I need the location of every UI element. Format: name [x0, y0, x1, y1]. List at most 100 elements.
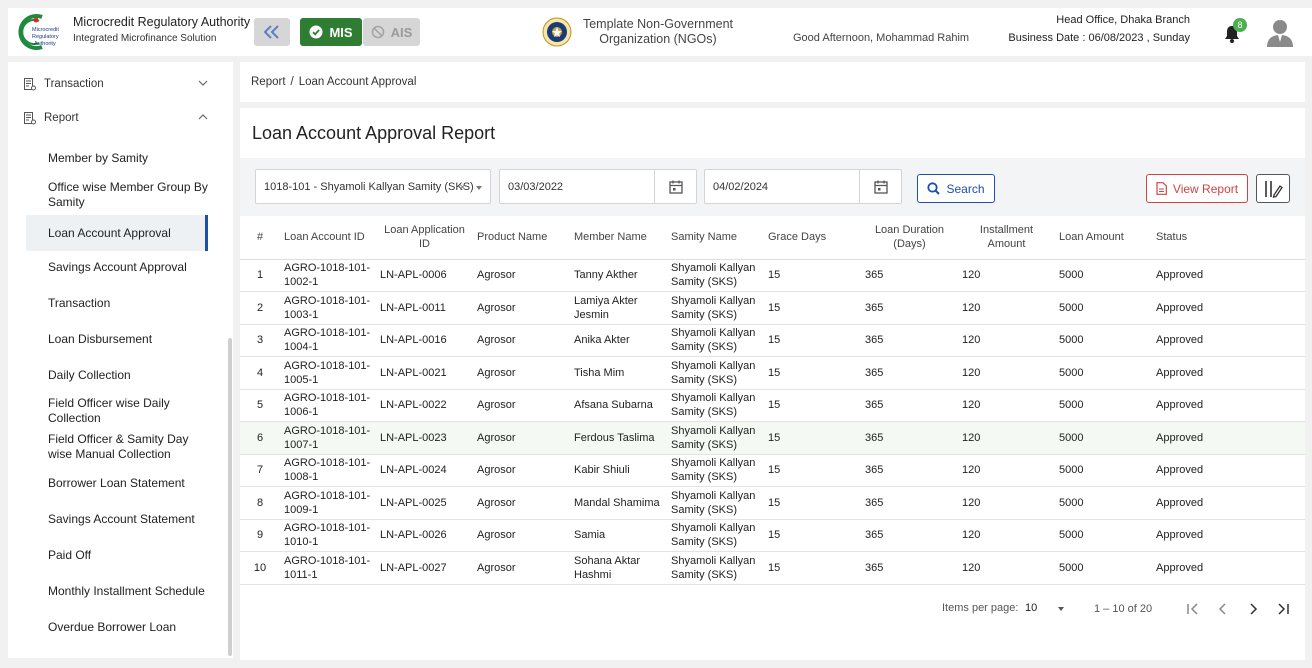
cell-loan-account-id: AGRO-1018-101-1006-1 [280, 389, 376, 422]
sidebar-item-paid-off[interactable]: Paid Off [26, 543, 208, 567]
cell-loan-amount: 5000 [1055, 389, 1152, 422]
cell-member-name: Sohana Aktar Hashmi [570, 551, 667, 585]
calendar-icon[interactable] [859, 170, 901, 203]
search-button[interactable]: Search [917, 174, 995, 203]
sidebar-collapse-button[interactable] [254, 18, 290, 46]
to-date-field[interactable]: 04/02/2024 [704, 169, 902, 204]
calendar-icon[interactable] [654, 170, 696, 203]
mis-toggle-button[interactable]: MIS [300, 18, 362, 46]
table-row[interactable]: 4 AGRO-1018-101-1005-1 LN-APL-0021 Agrosor T… [240, 356, 1305, 390]
cell-loan-account-id: AGRO-1018-101-1011-1 [280, 551, 376, 585]
sidebar-item-loan-account-approval[interactable]: Loan Account Approval [26, 215, 208, 251]
cell-loan-amount: 5000 [1055, 356, 1152, 390]
view-report-label: View Report [1172, 181, 1239, 196]
column-header-grace-days: Grace Days [764, 215, 861, 260]
sidebar-item-overdue-borrower-loan[interactable]: Overdue Borrower Loan [26, 615, 208, 639]
sidebar-item-report[interactable]: Report [24, 106, 214, 130]
table-row[interactable]: 6 AGRO-1018-101-1007-1 LN-APL-0023 Agrosor F… [240, 421, 1305, 455]
view-report-button[interactable]: View Report [1146, 174, 1248, 203]
cell-loan-duration: 365 [861, 356, 958, 390]
cell-member-name: Anika Akter [570, 324, 667, 357]
sidebar-item-office-wise-member-group[interactable]: Office wise Member Group By Samity [26, 179, 208, 211]
last-page-icon[interactable] [1274, 600, 1292, 618]
sidebar-item-savings-account-statement[interactable]: Savings Account Statement [26, 503, 208, 535]
ais-toggle-button[interactable]: AIS [363, 18, 420, 46]
sidebar-item-field-officer-daily-collection[interactable]: Field Officer wise Daily Collection [26, 395, 208, 427]
cell-row-index: 4 [240, 356, 280, 390]
breadcrumb: Report / Loan Account Approval [240, 62, 1305, 102]
cell-member-name: Lamiya Akter Jesmin [570, 291, 667, 325]
cell-loan-application-id: LN-APL-0011 [376, 291, 473, 325]
prev-page-icon[interactable] [1214, 600, 1232, 618]
column-settings-button[interactable] [1256, 174, 1290, 203]
cell-loan-application-id: LN-APL-0025 [376, 486, 473, 520]
sidebar-item-savings-account-approval[interactable]: Savings Account Approval [26, 255, 208, 279]
cell-samity-name: Shyamoli Kallyan Samity (SKS) [667, 551, 764, 585]
cell-product-name: Agrosor [473, 454, 570, 487]
user-avatar-icon[interactable] [1266, 18, 1294, 48]
column-header-samity-name: Samity Name [667, 215, 764, 260]
cell-row-index: 5 [240, 389, 280, 422]
breadcrumb-root[interactable]: Report [251, 76, 286, 88]
cell-installment-amount: 120 [958, 519, 1055, 552]
column-header-installment-amount: Installment Amount [958, 215, 1055, 260]
table-row[interactable]: 5 AGRO-1018-101-1006-1 LN-APL-0022 Agrosor A… [240, 389, 1305, 422]
table-row[interactable]: 7 AGRO-1018-101-1008-1 LN-APL-0024 Agrosor K… [240, 454, 1305, 487]
cell-loan-amount: 5000 [1055, 454, 1152, 487]
chevron-down-icon [198, 80, 208, 86]
table-row[interactable]: 2 AGRO-1018-101-1003-1 LN-APL-0011 Agrosor L… [240, 291, 1305, 325]
cell-product-name: Agrosor [473, 486, 570, 520]
sidebar-item-loan-disbursement[interactable]: Loan Disbursement [26, 327, 208, 351]
sidebar-item-field-officer-samity-day-collection[interactable]: Field Officer & Samity Day wise Manual C… [26, 431, 208, 463]
sidebar-scrollbar[interactable] [228, 338, 232, 656]
from-date-field[interactable]: 03/03/2022 [499, 169, 697, 204]
cell-grace-days: 15 [764, 291, 861, 325]
column-header-index: # [240, 215, 280, 260]
page-range-label: 1 – 10 of 20 [1094, 603, 1153, 615]
cell-member-name: Tanny Akther [570, 259, 667, 292]
cell-status: Approved [1152, 389, 1305, 422]
sidebar-item-transaction[interactable]: Transaction [24, 72, 214, 96]
sidebar-item-daily-collection[interactable]: Daily Collection [26, 363, 208, 387]
table-row[interactable]: 10 AGRO-1018-101-1011-1 LN-APL-0027 Agrosor… [240, 551, 1305, 585]
cell-loan-duration: 365 [861, 389, 958, 422]
cell-loan-account-id: AGRO-1018-101-1007-1 [280, 421, 376, 455]
check-circle-icon [309, 25, 323, 39]
cell-status: Approved [1152, 291, 1305, 325]
cell-row-index: 10 [240, 551, 280, 585]
cell-loan-amount: 5000 [1055, 324, 1152, 357]
sidebar-item-transaction-report[interactable]: Transaction [26, 291, 208, 315]
cell-product-name: Agrosor [473, 389, 570, 422]
table-row[interactable]: 1 AGRO-1018-101-1002-1 LN-APL-0006 Agrosor T… [240, 259, 1305, 292]
table-row[interactable]: 3 AGRO-1018-101-1004-1 LN-APL-0016 Agrosor A… [240, 324, 1305, 357]
caret-down-icon[interactable] [1058, 607, 1064, 611]
government-seal-icon [542, 17, 572, 47]
breadcrumb-current: Loan Account Approval [298, 76, 417, 88]
mra-logo: Microcredit Regulatory Authority [18, 14, 59, 50]
table-body: 1 AGRO-1018-101-1002-1 LN-APL-0006 Agrosor T… [240, 259, 1305, 585]
sidebar-item-monthly-installment-schedule[interactable]: Monthly Installment Schedule [26, 575, 208, 607]
business-date: Business Date : 06/08/2023 , Sunday [1008, 32, 1190, 44]
table-row[interactable]: 9 AGRO-1018-101-1010-1 LN-APL-0026 Agrosor S… [240, 519, 1305, 552]
cell-member-name: Mandal Shamima [570, 486, 667, 520]
cell-status: Approved [1152, 356, 1305, 390]
sidebar-item-member-by-samity[interactable]: Member by Samity [26, 146, 208, 170]
cell-row-index: 9 [240, 519, 280, 552]
cell-product-name: Agrosor [473, 259, 570, 292]
cell-product-name: Agrosor [473, 291, 570, 325]
table-row[interactable]: 8 AGRO-1018-101-1009-1 LN-APL-0025 Agrosor M… [240, 486, 1305, 520]
loan-approval-table: # Loan Account ID Loan Application ID Pr… [240, 215, 1305, 585]
first-page-icon[interactable] [1184, 600, 1202, 618]
branch-name: Head Office, Dhaka Branch [1056, 14, 1190, 26]
clear-icon[interactable]: × [459, 180, 466, 194]
sidebar-item-borrower-loan-statement[interactable]: Borrower Loan Statement [26, 471, 208, 495]
cell-product-name: Agrosor [473, 421, 570, 455]
cell-status: Approved [1152, 551, 1305, 585]
double-chevron-left-icon [263, 25, 279, 39]
caret-down-icon [476, 186, 482, 190]
items-per-page-select[interactable]: 10 [1025, 602, 1037, 614]
cell-loan-duration: 365 [861, 486, 958, 520]
samity-select[interactable]: 1018-101 - Shyamoli Kallyan Samity (SKS)… [255, 169, 491, 204]
next-page-icon[interactable] [1244, 600, 1262, 618]
column-header-loan-application-id: Loan Application ID [376, 215, 473, 260]
